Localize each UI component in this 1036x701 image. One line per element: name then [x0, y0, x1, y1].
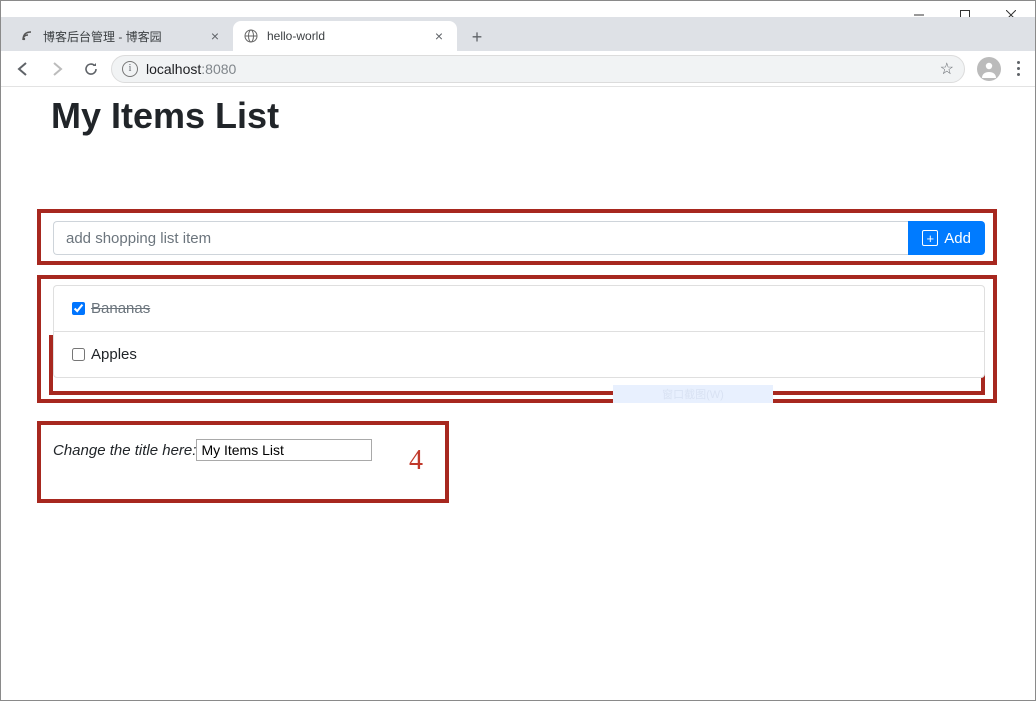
url-host: localhost [146, 61, 201, 77]
title-editor-input[interactable] [196, 439, 372, 461]
url-text: localhost:8080 [146, 61, 236, 77]
profile-avatar-icon[interactable] [977, 57, 1001, 81]
tab-favicon-globe-icon [243, 28, 259, 44]
toolbar-right [971, 57, 1027, 81]
page-body: My Items List 1 2 3 4 + Add [1, 87, 1035, 700]
nav-reload-button[interactable] [77, 55, 105, 83]
new-tab-button[interactable]: + [463, 23, 491, 51]
page-title: My Items List [51, 95, 1035, 137]
annotation-number-4: 4 [409, 445, 423, 477]
chrome-menu-icon[interactable] [1009, 61, 1027, 76]
add-item-row: + Add [53, 221, 985, 255]
bookmark-star-icon[interactable]: ☆ [940, 59, 954, 79]
plus-square-icon: + [922, 230, 938, 246]
title-editor: Change the title here: [53, 439, 372, 461]
item-checkbox[interactable] [72, 302, 85, 315]
tab-favicon-cnblogs-icon [19, 28, 35, 44]
browser-window: 博客后台管理 - 博客园 × hello-world × + i localho… [0, 0, 1036, 701]
title-editor-prompt: Change the title here: [53, 442, 196, 459]
nav-back-button[interactable] [9, 55, 37, 83]
browser-tab-0[interactable]: 博客后台管理 - 博客园 × [9, 21, 233, 51]
tab-strip: 博客后台管理 - 博客园 × hello-world × + [1, 17, 1035, 51]
item-label: Bananas [91, 300, 150, 317]
address-bar: i localhost:8080 ☆ [1, 51, 1035, 87]
item-checkbox[interactable] [72, 348, 85, 361]
add-button[interactable]: + Add [908, 221, 985, 255]
add-item-input[interactable] [53, 221, 908, 255]
viewport: My Items List 1 2 3 4 + Add [1, 87, 1035, 700]
ime-ghost-hint: 窗口截图(W) [613, 385, 773, 403]
item-list: Bananas Apples [53, 285, 985, 378]
item-label: Apples [91, 346, 137, 363]
list-item[interactable]: Apples [54, 331, 984, 377]
omnibox[interactable]: i localhost:8080 ☆ [111, 55, 965, 83]
annotation-box-4 [37, 421, 449, 503]
nav-forward-button[interactable] [43, 55, 71, 83]
url-port: :8080 [201, 61, 236, 77]
add-button-label: Add [944, 230, 971, 247]
browser-tab-1[interactable]: hello-world × [233, 21, 457, 51]
tab-title: 博客后台管理 - 博客园 [43, 28, 199, 45]
tab-close-icon[interactable]: × [431, 28, 447, 44]
site-info-icon[interactable]: i [122, 61, 138, 77]
tab-title: hello-world [267, 29, 423, 43]
tab-close-icon[interactable]: × [207, 28, 223, 44]
titlebar [1, 1, 1035, 17]
list-item[interactable]: Bananas [54, 286, 984, 331]
